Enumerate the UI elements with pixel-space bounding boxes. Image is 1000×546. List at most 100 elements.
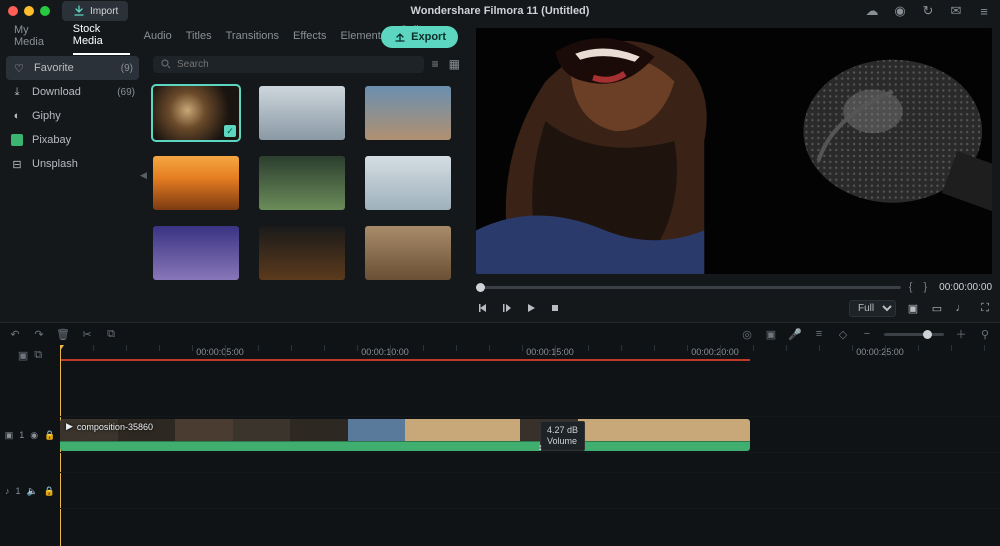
fullscreen-icon[interactable]: ⛶ (978, 301, 992, 315)
spacer-track (60, 365, 1000, 417)
preview-range-markers[interactable]: { } (909, 281, 931, 293)
menu-icon[interactable]: ≡ (976, 4, 992, 19)
timeline-clip[interactable]: ▶ composition-35860 4.27 dB Volume (60, 419, 750, 451)
clip-name: composition-35860 (77, 422, 153, 432)
preview-scrub-track[interactable] (476, 286, 901, 289)
redo-icon[interactable]: ↷ (32, 327, 46, 341)
sidebar-item-label: Unsplash (32, 158, 78, 170)
video-track[interactable]: ▶ composition-35860 4.27 dB Volume (60, 417, 1000, 453)
timeline-tracks-area[interactable]: 00:00:05:00 00:00:10:00 00:00:15:00 00:0… (60, 345, 1000, 546)
tab-elements[interactable]: Elements (340, 30, 386, 48)
marker-icon[interactable]: ◇ (836, 327, 850, 341)
maximize-window-button[interactable] (40, 6, 50, 16)
tab-stock-media[interactable]: Stock Media (73, 23, 130, 55)
media-thumb[interactable] (153, 156, 239, 210)
cloud-icon[interactable]: ☁ (864, 3, 880, 19)
media-thumb[interactable] (259, 156, 345, 210)
preview-scrub: { } 00:00:00:00 (476, 278, 992, 296)
sidebar-item-giphy[interactable]: ◐ Giphy (0, 104, 145, 128)
media-thumb[interactable] (259, 226, 345, 280)
minimize-window-button[interactable] (24, 6, 34, 16)
sidebar-item-download[interactable]: ⤓ Download (69) (0, 80, 145, 104)
clip-audio-lane[interactable] (60, 441, 750, 451)
refresh-icon[interactable]: ↻ (920, 3, 936, 19)
tab-effects[interactable]: Effects (293, 30, 326, 48)
prev-frame-button[interactable] (476, 301, 490, 315)
undo-icon[interactable]: ↶ (8, 327, 22, 341)
window-title: Wondershare Filmora 11 (Untitled) (411, 5, 590, 17)
media-thumb[interactable] (365, 226, 451, 280)
media-thumb[interactable] (365, 156, 451, 210)
export-icon (393, 30, 407, 44)
heart-icon: ♡ (12, 61, 26, 75)
sidebar-item-pixabay[interactable]: Pixabay (0, 128, 145, 152)
play-button[interactable] (524, 301, 538, 315)
timeline-ruler[interactable]: 00:00:05:00 00:00:10:00 00:00:15:00 00:0… (60, 345, 1000, 365)
timeline-body: ▣ ⧉ ▣1 ◉ 🔒 ♪1 🔈 🔒 00:00:05:00 00:00:10:0… (0, 345, 1000, 546)
preview-viewport[interactable] (476, 28, 992, 274)
lock-icon[interactable]: 🔒 (44, 430, 55, 441)
voiceover-icon[interactable]: 🎤 (788, 327, 802, 341)
volume-tooltip: 4.27 dB Volume (540, 421, 585, 451)
snapshot-icon[interactable]: ▣ (906, 301, 920, 315)
sidebar-item-label: Favorite (34, 62, 74, 74)
import-icon (72, 4, 86, 18)
volume-cursor-icon[interactable]: ↕ (538, 442, 543, 451)
grid-view-icon[interactable]: ▦ (447, 55, 462, 73)
unsplash-icon: ⊟ (10, 157, 24, 171)
video-track-header[interactable]: ▣1 ◉ 🔒 (0, 417, 60, 453)
preview-scrub-head[interactable] (476, 283, 485, 292)
zoom-in-icon[interactable]: ＋ (954, 327, 968, 341)
tab-my-media[interactable]: My Media (14, 24, 59, 54)
visibility-icon[interactable]: ◉ (30, 430, 38, 441)
audio-track-header[interactable]: ♪1 🔈 🔒 (0, 473, 60, 509)
ruler-label: 00:00:25:00 (856, 347, 904, 357)
tab-transitions[interactable]: Transitions (226, 30, 279, 48)
search-input[interactable] (177, 59, 416, 70)
gap-track (60, 453, 1000, 473)
mixer-icon[interactable]: ≡ (812, 327, 826, 341)
track-headers: ▣ ⧉ ▣1 ◉ 🔒 ♪1 🔈 🔒 (0, 345, 60, 546)
pixabay-icon (10, 133, 24, 147)
stop-button[interactable] (548, 301, 562, 315)
search-bar: ≡ ▦ (145, 50, 470, 78)
account-icon[interactable]: ◉ (892, 3, 908, 19)
record-icon[interactable]: ▣ (764, 327, 778, 341)
sidebar-item-favorite[interactable]: ♡ Favorite (9) (6, 56, 139, 80)
media-thumb[interactable]: ✓ (153, 86, 239, 140)
step-back-button[interactable] (500, 301, 514, 315)
crop-icon[interactable]: ⧉ (104, 327, 118, 341)
sidebar-item-count: (69) (117, 87, 135, 98)
export-button[interactable]: Export (381, 26, 458, 48)
media-tabs: My Media Stock Media Audio Titles Transi… (0, 22, 470, 50)
link-icon[interactable]: ⧉ (34, 349, 42, 362)
preview-quality-select[interactable]: Full (849, 300, 896, 317)
tab-titles[interactable]: Titles (186, 30, 212, 48)
lock-icon[interactable]: 🔒 (44, 486, 55, 497)
media-thumb[interactable] (259, 86, 345, 140)
import-button[interactable]: Import (62, 1, 128, 21)
mute-icon[interactable]: 🔈 (27, 486, 38, 497)
display-icon[interactable]: ▭ (930, 301, 944, 315)
split-icon[interactable]: ✂ (80, 327, 94, 341)
media-thumb[interactable] (365, 86, 451, 140)
close-window-button[interactable] (8, 6, 18, 16)
collapse-sidebar-icon[interactable]: ◀ (140, 170, 147, 181)
message-icon[interactable]: ✉ (948, 3, 964, 19)
timeline-panel: ↶ ↷ 🗑 ✂ ⧉ ◎ ▣ 🎤 ≡ ◇ − ＋ ⚲ ▣ ⧉ ▣1 ◉ 🔒 (0, 322, 1000, 546)
audio-level-icon[interactable]: ♩ (954, 301, 968, 315)
search-input-wrap[interactable] (153, 56, 424, 73)
download-icon: ⤓ (10, 85, 24, 99)
tab-audio[interactable]: Audio (144, 30, 172, 48)
sidebar-item-unsplash[interactable]: ⊟ Unsplash (0, 152, 145, 176)
delete-icon[interactable]: 🗑 (56, 327, 70, 341)
zoom-out-icon[interactable]: − (860, 327, 874, 341)
zoom-slider[interactable] (884, 333, 944, 336)
edit-mode-icon[interactable]: ▣ (18, 349, 28, 362)
audio-track[interactable] (60, 473, 1000, 509)
zoom-fit-icon[interactable]: ⚲ (978, 327, 992, 341)
media-thumb[interactable] (153, 226, 239, 280)
sort-icon[interactable]: ≡ (430, 55, 441, 73)
marker-tool-icon[interactable]: ◎ (740, 327, 754, 341)
volume-label: Volume (547, 436, 578, 447)
